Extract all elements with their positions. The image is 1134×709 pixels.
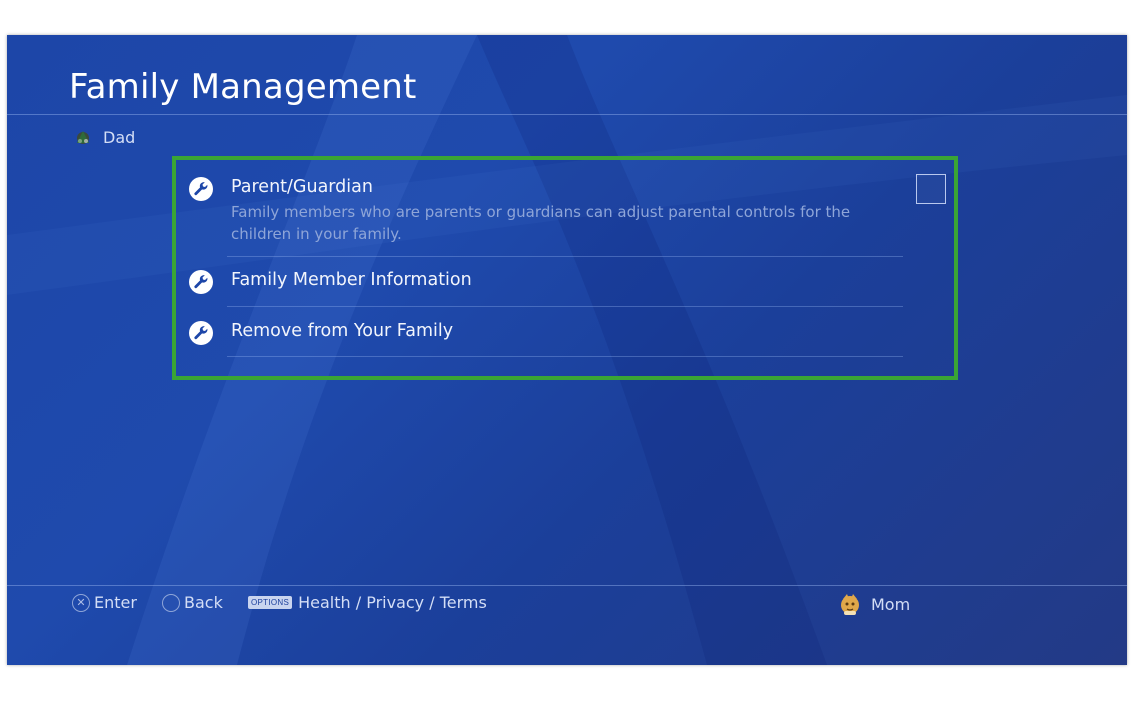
circle-button-icon (162, 593, 180, 612)
page-title: Family Management (69, 67, 417, 107)
options-button-icon: OPTIONS (248, 596, 293, 609)
wrench-icon (189, 270, 213, 294)
ps4-settings-screen: Family Management Dad Parent/Guardian Fa… (7, 35, 1127, 665)
wrench-icon (189, 321, 213, 345)
menu-item-description: Family members who are parents or guardi… (231, 203, 851, 243)
header-divider (7, 114, 1127, 115)
menu-divider (227, 356, 903, 357)
menu-item-label: Family Member Information (231, 270, 472, 290)
options-hint[interactable]: OPTIONS Health / Privacy / Terms (248, 593, 487, 612)
menu-item-remove-from-family[interactable]: Remove from Your Family (189, 321, 909, 347)
menu-divider (227, 256, 903, 257)
mom-avatar-icon (841, 594, 859, 615)
menu-item-label: Parent/Guardian (231, 177, 373, 197)
back-hint[interactable]: Back (162, 593, 223, 612)
menu-divider (227, 306, 903, 307)
enter-hint[interactable]: ✕ Enter (72, 593, 137, 612)
enter-label: Enter (94, 593, 137, 612)
back-label: Back (184, 593, 223, 612)
user-name: Dad (103, 127, 136, 147)
parent-guardian-checkbox[interactable] (916, 174, 946, 204)
menu-item-parent-guardian[interactable]: Parent/Guardian Family members who are p… (189, 177, 909, 257)
dad-avatar-icon (77, 131, 89, 144)
menu-item-label: Remove from Your Family (231, 321, 454, 341)
footer-hints: ✕ Enter Back OPTIONS Health / Privacy / … (7, 593, 1127, 617)
menu-item-family-member-information[interactable]: Family Member Information (189, 270, 909, 296)
options-label: Health / Privacy / Terms (298, 593, 487, 612)
current-user-header: Dad (71, 125, 135, 149)
cross-button-icon: ✕ (72, 593, 90, 612)
logged-in-user: Mom (837, 591, 910, 617)
footer-divider (7, 585, 1127, 586)
wrench-icon (189, 177, 213, 201)
logged-in-user-name: Mom (871, 594, 911, 614)
